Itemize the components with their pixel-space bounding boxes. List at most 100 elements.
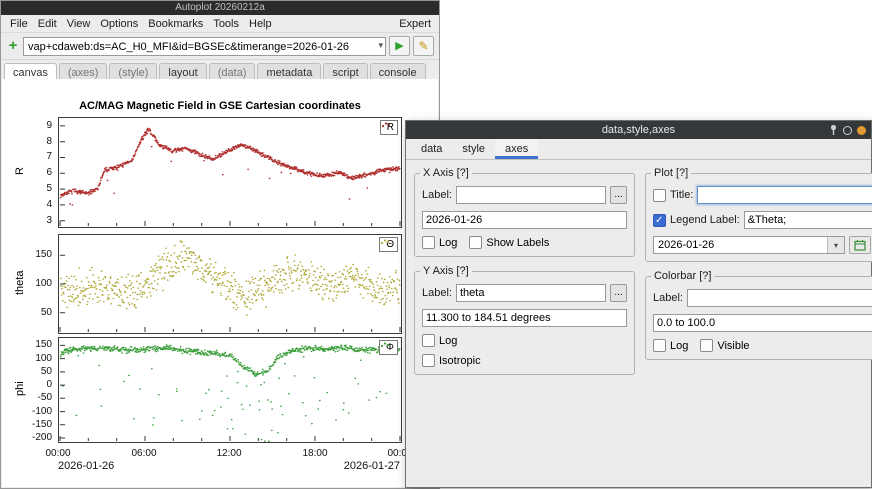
x-axis-range-input[interactable] xyxy=(422,211,627,229)
colorbar-label-caption: Label: xyxy=(653,292,683,304)
play-icon: ▶ xyxy=(395,41,403,52)
colorbar-range-input[interactable] xyxy=(653,314,872,332)
colorbar-label-input[interactable] xyxy=(687,289,872,307)
menu-help[interactable]: Help xyxy=(244,18,277,30)
pin-icon[interactable] xyxy=(829,124,838,136)
calendar-icon xyxy=(854,239,866,251)
add-bookmark-icon[interactable]: + xyxy=(6,39,20,53)
x-axis-label-caption: Label: xyxy=(422,189,452,201)
plot-title-input[interactable] xyxy=(697,186,872,204)
y-tick-label: 50 xyxy=(41,366,52,377)
y-axis-label-more-button[interactable]: ... xyxy=(610,284,627,302)
menu-options[interactable]: Options xyxy=(95,18,143,30)
y-axis-ticks-theta: 15010050 xyxy=(24,234,54,332)
chevron-down-icon[interactable]: ▾ xyxy=(378,40,383,51)
checkbox-label: Log xyxy=(439,237,457,249)
window-title: Autoplot 20260212a xyxy=(175,2,265,13)
menu-edit[interactable]: Edit xyxy=(33,18,62,30)
x-tick-label: 06:00 xyxy=(131,448,156,459)
pencil-icon: ✎ xyxy=(418,40,428,52)
x-axis-group: X Axis [?] Label: ... Log xyxy=(414,173,635,257)
uri-field-wrap: ▾ xyxy=(23,37,386,56)
dialog-tab-axes[interactable]: axes xyxy=(495,139,538,159)
y-axis-isotropic-checkbox[interactable]: Isotropic xyxy=(422,354,481,367)
dialog-tab-data[interactable]: data xyxy=(411,139,452,159)
menu-view[interactable]: View xyxy=(62,18,96,30)
colorbar-log-checkbox[interactable]: Log xyxy=(653,339,688,352)
y-tick-label: 50 xyxy=(41,307,52,318)
plot-panel-phi[interactable]: Φ xyxy=(58,337,402,443)
plot-series-R xyxy=(59,118,401,227)
timerange-combobox[interactable]: 2026-01-26 ▾ xyxy=(653,236,845,254)
y-axis-group: Y Axis [?] Label: ... Log xyxy=(414,271,635,375)
x-tick-label: 00:00 xyxy=(45,448,70,459)
legend-label-input[interactable] xyxy=(744,211,872,229)
edit-uri-button[interactable]: ✎ xyxy=(413,36,434,56)
x-tick-label: 18:00 xyxy=(302,448,327,459)
desktop: Autoplot 20260212a File Edit View Option… xyxy=(0,0,872,489)
dialog-titlebar-icons xyxy=(829,121,866,139)
checkbox-label: Log xyxy=(439,335,457,347)
plot-title-checkbox[interactable] xyxy=(653,189,666,202)
y-tick-label: 150 xyxy=(35,339,52,350)
plot-panel-theta[interactable]: Θ xyxy=(58,234,402,334)
checkbox-label: Visible xyxy=(717,340,749,352)
x-axis-label-more-button[interactable]: ... xyxy=(610,186,627,204)
checkbox-box xyxy=(422,236,435,249)
help-icon[interactable] xyxy=(843,126,852,135)
go-button[interactable]: ▶ xyxy=(389,36,410,56)
y-axis-range-input[interactable] xyxy=(422,309,627,327)
dialog-tab-style[interactable]: style xyxy=(452,139,495,159)
y-axis-group-title: Y Axis [?] xyxy=(420,265,472,277)
window-titlebar[interactable]: Autoplot 20260212a xyxy=(1,1,439,15)
colorbar-group: Colorbar [?] Label: ... Log xyxy=(645,276,872,360)
plot-canvas[interactable]: AC/MAG Magnetic Field in GSE Cartesian c… xyxy=(2,79,438,487)
dialog-body: X Axis [?] Label: ... Log xyxy=(406,160,871,383)
legend-box-r: R xyxy=(380,120,398,135)
y-axis-label-input[interactable] xyxy=(456,284,606,302)
chevron-down-icon: ▾ xyxy=(827,237,844,253)
y-tick-label: 8 xyxy=(46,136,52,147)
checkbox-box xyxy=(469,236,482,249)
menu-bookmarks[interactable]: Bookmarks xyxy=(143,18,208,30)
y-tick-label: 3 xyxy=(46,215,52,226)
y-axis-log-checkbox[interactable]: Log xyxy=(422,334,457,347)
plot-group: Plot [?] Title: ... ✓ Legend Label: ... xyxy=(645,173,872,262)
dialog-titlebar[interactable]: data,style,axes xyxy=(406,121,871,139)
checkbox-box xyxy=(422,354,435,367)
y-tick-label: 0 xyxy=(46,379,52,390)
uri-input[interactable] xyxy=(23,37,386,56)
uri-toolbar: + ▾ ▶ ✎ xyxy=(1,33,439,60)
checkbox-label: Log xyxy=(670,340,688,352)
plot-group-title: Plot [?] xyxy=(651,167,691,179)
y-tick-label: -50 xyxy=(38,392,52,403)
legend-box-theta: Θ xyxy=(379,237,398,252)
checkbox-box xyxy=(422,334,435,347)
menu-file[interactable]: File xyxy=(5,18,33,30)
plot-series-phi xyxy=(59,338,401,442)
checkbox-label: Show Labels xyxy=(486,237,549,249)
legend-box-phi: Φ xyxy=(379,340,398,355)
checkbox-box xyxy=(653,339,666,352)
y-tick-label: 6 xyxy=(46,167,52,178)
menu-tools[interactable]: Tools xyxy=(208,18,244,30)
y-tick-label: 7 xyxy=(46,151,52,162)
expert-toggle[interactable]: Expert xyxy=(397,18,433,30)
calendar-button[interactable] xyxy=(849,236,871,254)
autoplot-window: Autoplot 20260212a File Edit View Option… xyxy=(0,0,440,489)
dialog-tab-bar: data style axes xyxy=(406,139,871,160)
x-axis-show-labels-checkbox[interactable]: Show Labels xyxy=(469,236,549,249)
x-axis-log-checkbox[interactable]: Log xyxy=(422,236,457,249)
x-tick-label: 12:00 xyxy=(216,448,241,459)
close-icon[interactable] xyxy=(857,126,866,135)
colorbar-visible-checkbox[interactable]: Visible xyxy=(700,339,749,352)
plot-series-theta xyxy=(59,235,401,333)
timerange-value: 2026-01-26 xyxy=(654,239,827,251)
y-tick-label: -150 xyxy=(32,419,52,430)
y-axis-ticks-phi: 150100500-50-100-150-200 xyxy=(24,337,54,441)
legend-label-checkbox[interactable]: ✓ xyxy=(653,214,666,227)
x-axis-label-input[interactable] xyxy=(456,186,606,204)
plot-panel-r[interactable]: R xyxy=(58,117,402,228)
y-tick-label: -100 xyxy=(32,406,52,417)
x-axis-start-date: 2026-01-26 xyxy=(58,460,114,472)
